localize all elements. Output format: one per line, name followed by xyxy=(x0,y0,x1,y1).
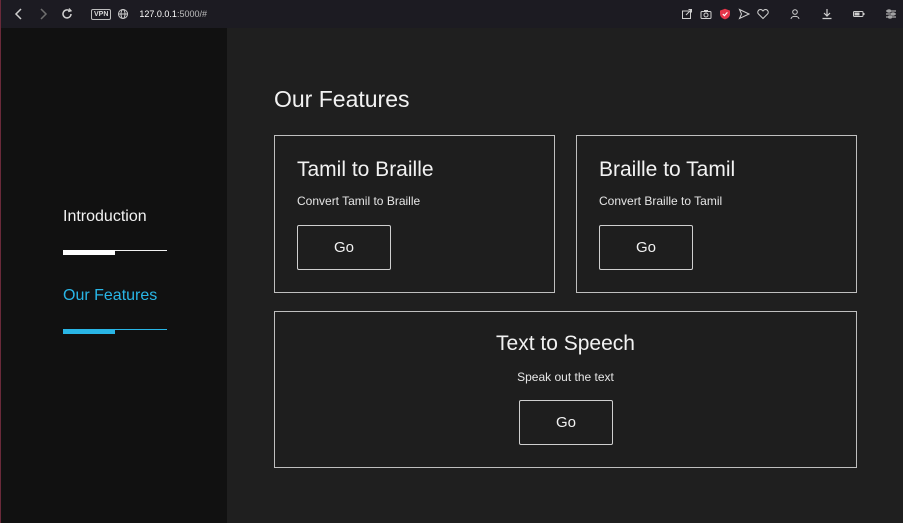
card-title: Braille to Tamil xyxy=(599,158,736,181)
feature-card-tamil-to-braille: Tamil to Braille Convert Tamil to Braill… xyxy=(274,135,555,293)
reload-icon[interactable] xyxy=(57,4,77,24)
sidebar-item-label: Our Features xyxy=(63,287,158,304)
back-icon[interactable] xyxy=(9,4,29,24)
menu-settings-icon[interactable] xyxy=(885,8,897,20)
sidebar-item-label: Introduction xyxy=(63,208,147,225)
forward-icon[interactable] xyxy=(33,4,53,24)
sidebar-progress-fill xyxy=(63,329,115,334)
sidebar-progress-track xyxy=(63,329,167,334)
card-title: Tamil to Braille xyxy=(297,158,434,181)
go-button[interactable]: Go xyxy=(297,225,391,270)
sidebar-item-our-features[interactable]: Our Features xyxy=(63,287,167,334)
card-description: Convert Tamil to Braille xyxy=(297,194,421,208)
card-title: Text to Speech xyxy=(496,332,635,355)
card-description: Convert Braille to Tamil xyxy=(599,194,723,208)
go-button[interactable]: Go xyxy=(519,400,613,445)
url-host: 127.0.0.1 xyxy=(139,9,177,19)
sidebar-progress-fill xyxy=(63,250,115,255)
globe-icon[interactable] xyxy=(117,8,129,20)
card-description: Speak out the text xyxy=(517,370,614,384)
adblock-shield-icon[interactable] xyxy=(719,8,731,20)
address-bar[interactable]: 127.0.0.1:5000/# xyxy=(139,9,207,19)
send-icon[interactable] xyxy=(738,8,750,20)
sidebar: Introduction Our Features xyxy=(0,28,227,523)
feature-card-braille-to-tamil: Braille to Tamil Convert Braille to Tami… xyxy=(576,135,857,293)
heart-icon[interactable] xyxy=(757,8,769,20)
go-button[interactable]: Go xyxy=(599,225,693,270)
sidebar-item-introduction[interactable]: Introduction xyxy=(63,208,167,255)
vpn-badge[interactable]: VPN xyxy=(91,8,112,20)
browser-toolbar: VPN 127.0.0.1:5000/# xyxy=(0,0,903,28)
section-title: Our Features xyxy=(274,86,410,112)
share-icon[interactable] xyxy=(681,8,693,20)
main-content: Our Features Tamil to Braille Convert Ta… xyxy=(227,28,903,523)
sidebar-progress-track xyxy=(63,250,167,255)
download-icon[interactable] xyxy=(821,8,833,20)
url-path: :5000/# xyxy=(176,9,207,19)
profile-icon[interactable] xyxy=(789,8,801,20)
battery-icon[interactable] xyxy=(853,8,865,20)
camera-icon[interactable] xyxy=(700,8,712,20)
feature-card-text-to-speech: Text to Speech Speak out the text Go xyxy=(274,311,857,468)
